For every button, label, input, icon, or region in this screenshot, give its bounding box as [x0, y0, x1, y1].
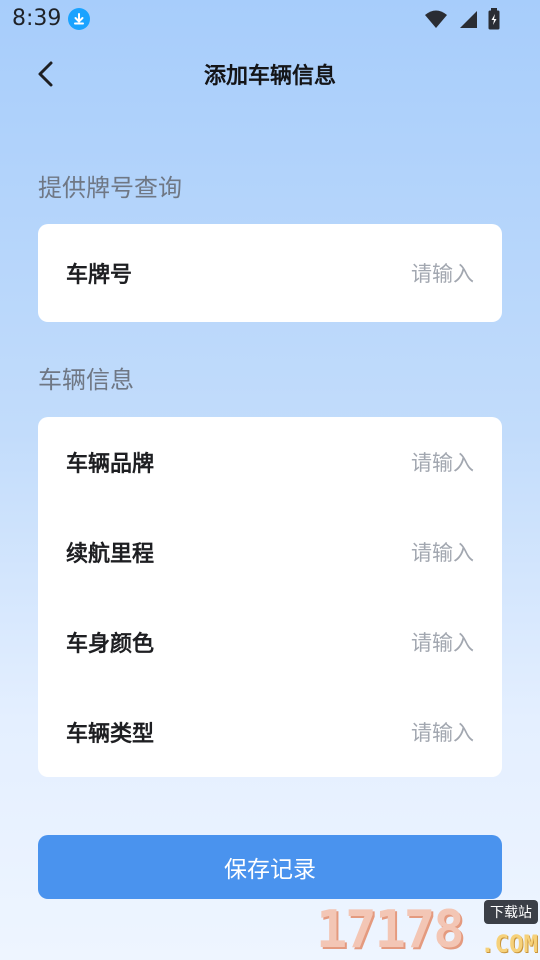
- page-title: 添加车辆信息: [203, 64, 336, 89]
- wifi-icon: [424, 9, 448, 29]
- field-row-color[interactable]: 车身颜色 请输入: [38, 597, 502, 687]
- field-row-type[interactable]: 车辆类型 请输入: [38, 687, 502, 777]
- battery-charging-icon: [488, 8, 500, 30]
- color-input[interactable]: 请输入: [411, 627, 474, 657]
- header: 添加车辆信息: [0, 40, 540, 104]
- watermark-tag: 下载站: [484, 900, 538, 924]
- status-bar: 8:39: [0, 0, 540, 40]
- field-row-plate-number[interactable]: 车牌号 请输入: [38, 228, 502, 318]
- plate-card: 车牌号 请输入: [38, 224, 502, 322]
- watermark-number: 17178: [316, 900, 465, 960]
- field-row-range[interactable]: 续航里程 请输入: [38, 507, 502, 597]
- plate-number-input[interactable]: 请输入: [411, 258, 474, 288]
- save-record-button[interactable]: 保存记录: [38, 835, 502, 899]
- range-input[interactable]: 请输入: [411, 537, 474, 567]
- status-time: 8:39: [12, 6, 62, 31]
- type-input[interactable]: 请输入: [411, 717, 474, 747]
- field-label: 车辆品牌: [66, 452, 155, 477]
- brand-input[interactable]: 请输入: [411, 447, 474, 477]
- download-icon: [68, 8, 90, 30]
- section-title-vehicle: 车辆信息: [38, 366, 134, 394]
- signal-icon: [458, 9, 478, 29]
- field-label: 车牌号: [66, 263, 133, 288]
- field-row-brand[interactable]: 车辆品牌 请输入: [38, 417, 502, 507]
- watermark-logo: 17178 下载站 .COM: [312, 898, 540, 960]
- watermark-domain: .COM: [480, 930, 538, 958]
- section-title-plate: 提供牌号查询: [38, 174, 182, 202]
- field-label: 车辆类型: [66, 722, 155, 747]
- vehicle-card: 车辆品牌 请输入 续航里程 请输入 车身颜色 请输入 车辆类型 请输入: [38, 417, 502, 777]
- field-label: 车身颜色: [66, 632, 155, 657]
- field-label: 续航里程: [66, 542, 155, 567]
